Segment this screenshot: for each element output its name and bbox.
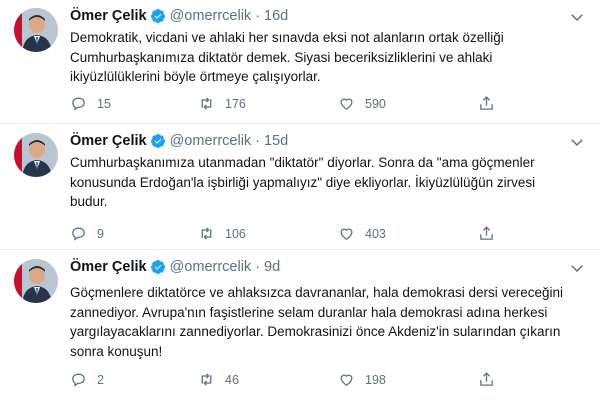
chevron-down-icon[interactable] xyxy=(568,259,586,277)
retweet-icon xyxy=(201,227,212,240)
author-handle[interactable]: @omerrcelik xyxy=(170,8,252,24)
verified-badge-icon xyxy=(150,259,166,275)
avatar[interactable] xyxy=(14,133,58,177)
like-button[interactable]: 198 xyxy=(338,371,386,388)
tweet-timestamp[interactable]: 15d xyxy=(264,133,288,149)
separator-dot: · xyxy=(255,8,261,24)
tweet-header: Ömer Çelik @omerrcelik · 15d xyxy=(70,131,288,151)
avatar[interactable] xyxy=(14,259,58,303)
retweet-button[interactable]: 106 xyxy=(198,225,246,242)
avatar[interactable] xyxy=(14,8,58,52)
retweet-button[interactable]: 46 xyxy=(198,371,239,388)
like-count: 590 xyxy=(365,96,386,111)
like-button[interactable]: 403 xyxy=(338,225,386,242)
share-button[interactable] xyxy=(478,225,505,242)
reply-icon xyxy=(72,227,85,241)
tweet-timestamp[interactable]: 16d xyxy=(264,8,288,24)
tweet-text: Demokratik, vicdani ve ahlaki her sınavd… xyxy=(70,30,504,84)
share-button[interactable] xyxy=(478,95,505,112)
retweet-icon xyxy=(201,373,212,386)
retweet-count: 46 xyxy=(225,372,239,387)
share-icon xyxy=(480,372,493,386)
like-count: 198 xyxy=(365,372,386,387)
tweet-actions: 9 106 403 xyxy=(70,225,590,245)
like-icon xyxy=(340,228,353,240)
share-icon xyxy=(480,226,493,240)
verified-badge-icon xyxy=(150,133,166,149)
reply-count: 9 xyxy=(97,226,104,241)
tweet-actions: 2 46 198 xyxy=(70,371,590,391)
chevron-down-icon[interactable] xyxy=(568,8,586,26)
reply-button[interactable]: 2 xyxy=(70,371,104,388)
tweet-header: Ömer Çelik @omerrcelik · 16d xyxy=(70,6,288,26)
tweet-text: Cumhurbaşkanımıza utanmadan "diktatör" d… xyxy=(70,155,536,209)
reply-icon xyxy=(72,97,85,111)
reply-button[interactable]: 15 xyxy=(70,95,111,112)
like-icon xyxy=(340,98,353,110)
tweet-text: Göçmenlere diktatörce ve ahlaksızca davr… xyxy=(70,285,564,359)
retweet-count: 176 xyxy=(225,96,246,111)
verified-badge-icon xyxy=(150,8,166,24)
separator-dot: · xyxy=(255,259,261,275)
author-name[interactable]: Ömer Çelik xyxy=(70,133,147,149)
tweet[interactable]: Ömer Çelik @omerrcelik · 9d Göçmenlere d… xyxy=(0,251,600,407)
like-count: 403 xyxy=(365,226,386,241)
author-handle[interactable]: @omerrcelik xyxy=(170,133,252,149)
reply-icon xyxy=(72,373,85,387)
retweet-icon xyxy=(201,97,212,110)
separator-dot: · xyxy=(255,133,261,149)
reply-count: 15 xyxy=(97,96,111,111)
reply-count: 2 xyxy=(97,372,104,387)
author-name[interactable]: Ömer Çelik xyxy=(70,259,147,275)
share-icon xyxy=(480,96,493,110)
like-icon xyxy=(340,374,353,386)
retweet-button[interactable]: 176 xyxy=(198,95,246,112)
reply-button[interactable]: 9 xyxy=(70,225,104,242)
tweet-actions: 15 176 590 xyxy=(70,95,590,115)
tweet[interactable]: Ömer Çelik @omerrcelik · 16d Demokratik,… xyxy=(0,0,600,124)
tweet[interactable]: Ömer Çelik @omerrcelik · 15d Cumhurbaşka… xyxy=(0,125,600,250)
tweet-header: Ömer Çelik @omerrcelik · 9d xyxy=(70,257,280,277)
share-button[interactable] xyxy=(478,371,505,388)
tweet-timestamp[interactable]: 9d xyxy=(264,259,280,275)
retweet-count: 106 xyxy=(225,226,246,241)
like-button[interactable]: 590 xyxy=(338,95,386,112)
chevron-down-icon[interactable] xyxy=(568,133,586,151)
author-name[interactable]: Ömer Çelik xyxy=(70,8,147,24)
author-handle[interactable]: @omerrcelik xyxy=(170,259,252,275)
